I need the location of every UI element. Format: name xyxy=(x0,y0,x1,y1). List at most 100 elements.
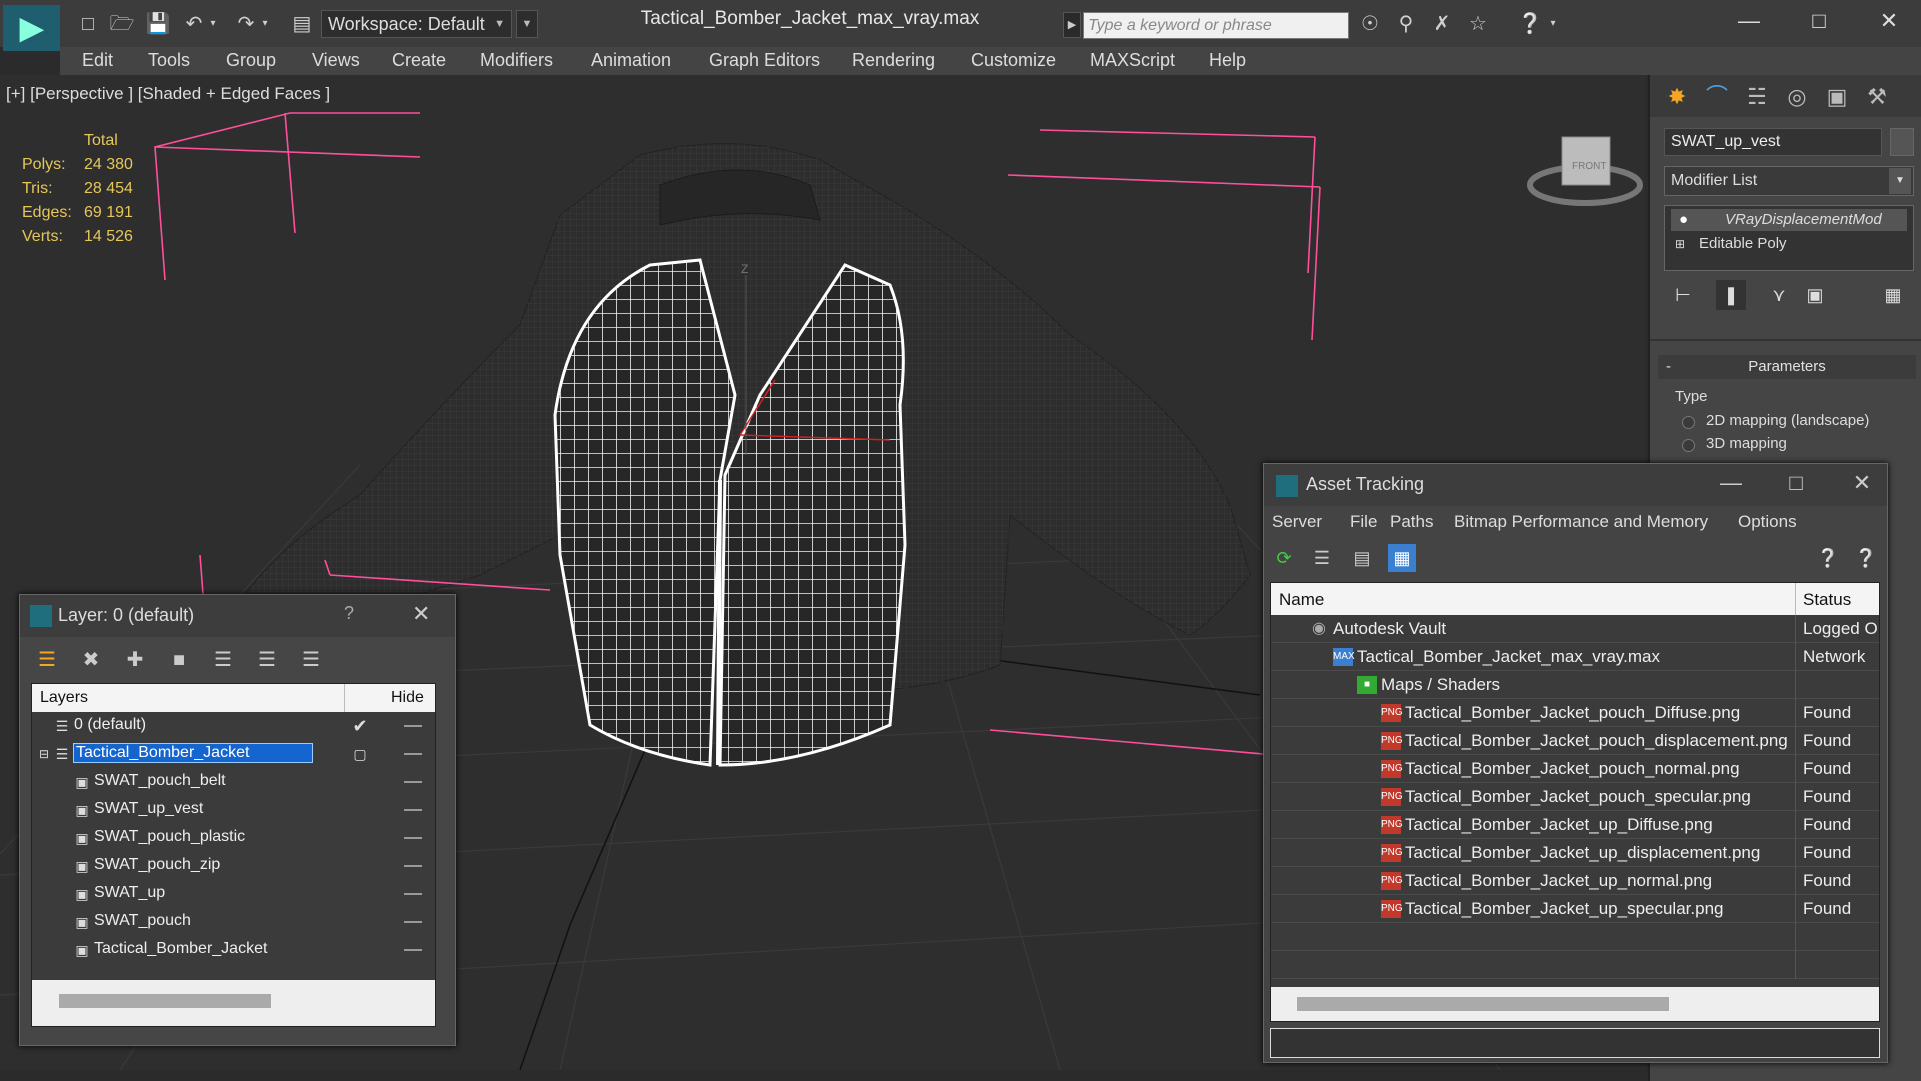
utilities-tab-icon[interactable]: ⚒ xyxy=(1860,81,1894,113)
hide-toggle[interactable] xyxy=(404,753,422,755)
radio-2d-mapping-label[interactable]: 2D mapping (landscape) xyxy=(1706,412,1869,429)
menu-customize[interactable]: Customize xyxy=(971,50,1056,71)
workspace-dropdown[interactable]: Workspace: Default ▼ xyxy=(321,10,512,38)
collapse-icon[interactable]: ⊟ xyxy=(36,746,52,762)
remove-modifier-icon[interactable]: ▣ xyxy=(1800,280,1830,310)
new-file-icon[interactable]: □ xyxy=(74,12,102,36)
redo-icon[interactable]: ↷ xyxy=(232,12,260,36)
help-dropdown-icon[interactable]: ▾ xyxy=(1546,12,1560,36)
open-file-icon[interactable]: 🗁 xyxy=(108,12,136,36)
select-layer-icon[interactable]: ☰ xyxy=(208,645,238,675)
menu-edit[interactable]: Edit xyxy=(82,50,113,71)
show-end-result-icon[interactable]: ❚ xyxy=(1716,280,1746,310)
horizontal-scrollbar[interactable] xyxy=(32,980,435,1026)
layer-row[interactable]: ▣ SWAT_up xyxy=(32,880,435,908)
make-unique-icon[interactable]: ⋎ xyxy=(1764,280,1794,310)
search-expand-button[interactable]: ▶ xyxy=(1063,12,1081,38)
radio-3d-mapping-label[interactable]: 3D mapping xyxy=(1706,435,1787,452)
asset-name[interactable]: Tactical_Bomber_Jacket_up_specular.png xyxy=(1405,899,1723,919)
delete-layer-icon[interactable]: ✖ xyxy=(76,645,106,675)
layer-name[interactable]: Tactical_Bomber_Jacket xyxy=(94,940,267,958)
asset-name[interactable]: Tactical_Bomber_Jacket_pouch_specular.pn… xyxy=(1405,787,1751,807)
menu-file[interactable]: File xyxy=(1350,512,1377,532)
asset-row[interactable]: PNG Tactical_Bomber_Jacket_up_Diffuse.png… xyxy=(1271,811,1879,839)
stack-item-vray-displacement[interactable]: ● VRayDisplacementMod xyxy=(1671,209,1907,231)
radio-2d-mapping[interactable] xyxy=(1682,416,1695,429)
menu-views[interactable]: Views xyxy=(312,50,360,71)
create-tab-icon[interactable]: ✸ xyxy=(1660,81,1694,113)
menu-bitmap-performance[interactable]: Bitmap Performance and Memory xyxy=(1454,512,1708,532)
radio-3d-mapping[interactable] xyxy=(1682,439,1695,452)
asset-name[interactable]: Tactical_Bomber_Jacket_pouch_normal.png xyxy=(1405,759,1740,779)
add-to-layer-icon[interactable]: ✚ xyxy=(120,645,150,675)
layer-window-titlebar[interactable]: Layer: 0 (default) ? ✕ xyxy=(20,595,455,637)
asset-row[interactable]: PNG Tactical_Bomber_Jacket_up_specular.pn… xyxy=(1271,895,1879,923)
display-tab-icon[interactable]: ▣ xyxy=(1820,81,1854,113)
help-icon[interactable]: ❔ xyxy=(1516,12,1544,36)
motion-tab-icon[interactable]: ◎ xyxy=(1780,81,1814,113)
menu-options[interactable]: Options xyxy=(1738,512,1797,532)
layer-row[interactable]: ⊟ ☰ Tactical_Bomber_Jacket ▢ xyxy=(32,740,435,768)
table-view-icon[interactable]: ▦ xyxy=(1388,544,1416,572)
workspace-menu-button[interactable]: ▼ xyxy=(516,10,538,38)
select-in-layer-icon[interactable]: ■ xyxy=(164,645,194,675)
search-input[interactable]: Type a keyword or phrase xyxy=(1083,12,1349,39)
close-button[interactable]: ✕ xyxy=(1864,6,1914,36)
asset-row[interactable]: ■ Maps / Shaders xyxy=(1271,671,1879,699)
key-icon[interactable]: ⚲ xyxy=(1392,12,1420,36)
hide-toggle[interactable] xyxy=(404,837,422,839)
layer-name[interactable]: SWAT_pouch xyxy=(94,912,191,930)
col-status[interactable]: Status xyxy=(1803,590,1851,610)
viewport-label[interactable]: [+] [Perspective ] [Shaded + Edged Faces… xyxy=(6,84,330,104)
asset-name[interactable]: Tactical_Bomber_Jacket_up_Diffuse.png xyxy=(1405,815,1713,835)
refresh-icon[interactable]: ⟳ xyxy=(1270,544,1298,572)
maximize-button[interactable]: □ xyxy=(1794,6,1844,36)
hide-toggle[interactable] xyxy=(404,921,422,923)
exchange-icon[interactable]: ✗ xyxy=(1428,12,1456,36)
project-folder-icon[interactable]: ▤ xyxy=(288,12,316,36)
asset-name[interactable]: Tactical_Bomber_Jacket_up_displacement.p… xyxy=(1405,843,1760,863)
layer-name[interactable]: 0 (default) xyxy=(74,716,146,734)
menu-graph-editors[interactable]: Graph Editors xyxy=(709,50,820,71)
minimize-icon[interactable]: — xyxy=(1711,470,1751,496)
close-icon[interactable]: ✕ xyxy=(412,601,430,627)
help-button[interactable]: ? xyxy=(344,603,354,624)
scrollbar-thumb[interactable] xyxy=(1297,997,1669,1011)
menu-create[interactable]: Create xyxy=(392,50,446,71)
asset-name[interactable]: Maps / Shaders xyxy=(1381,675,1500,695)
parameters-rollout-header[interactable]: - Parameters xyxy=(1658,355,1916,379)
asset-name[interactable]: Tactical_Bomber_Jacket_pouch_displacemen… xyxy=(1405,731,1788,751)
asset-row[interactable]: PNG Tactical_Bomber_Jacket_pouch_displace… xyxy=(1271,727,1879,755)
hide-toggle[interactable] xyxy=(404,949,422,951)
lightbulb-icon[interactable]: ● xyxy=(1679,209,1688,231)
layer-row[interactable]: ▣ SWAT_pouch_zip xyxy=(32,852,435,880)
vault-logout-icon[interactable]: ❔ xyxy=(1852,544,1880,572)
minimize-button[interactable]: — xyxy=(1724,6,1774,36)
set-current-layer-icon[interactable]: ☰ xyxy=(252,645,282,675)
hide-toggle[interactable] xyxy=(404,865,422,867)
menu-tools[interactable]: Tools xyxy=(148,50,190,71)
asset-name[interactable]: Tactical_Bomber_Jacket_up_normal.png xyxy=(1405,871,1712,891)
hide-toggle[interactable] xyxy=(404,725,422,727)
col-name[interactable]: Name xyxy=(1279,590,1324,610)
modify-tab-icon[interactable]: ⌒ xyxy=(1700,81,1734,113)
menu-animation[interactable]: Animation xyxy=(591,50,671,71)
menu-server[interactable]: Server xyxy=(1272,512,1322,532)
hide-unhide-all-icon[interactable]: ☰ xyxy=(296,645,326,675)
menu-group[interactable]: Group xyxy=(226,50,276,71)
menu-paths[interactable]: Paths xyxy=(1390,512,1433,532)
pin-stack-icon[interactable]: ⊢ xyxy=(1668,280,1698,310)
asset-row[interactable]: PNG Tactical_Bomber_Jacket_up_displacemen… xyxy=(1271,839,1879,867)
current-layer-check-icon[interactable]: ✔ xyxy=(352,717,368,735)
new-layer-icon[interactable]: ☰ xyxy=(32,645,62,675)
redo-dropdown-icon[interactable]: ▾ xyxy=(258,12,272,36)
undo-icon[interactable]: ↶ xyxy=(180,12,208,36)
layer-name[interactable]: SWAT_up xyxy=(94,884,165,902)
col-hide[interactable]: Hide xyxy=(391,689,424,707)
asset-row[interactable]: MAX Tactical_Bomber_Jacket_max_vray.max Ne… xyxy=(1271,643,1879,671)
asset-name[interactable]: Autodesk Vault xyxy=(1333,619,1446,639)
close-icon[interactable]: ✕ xyxy=(1842,470,1882,496)
menu-help[interactable]: Help xyxy=(1209,50,1246,71)
layer-row[interactable]: ▣ SWAT_up_vest xyxy=(32,796,435,824)
layer-row[interactable]: ☰ 0 (default) ✔ xyxy=(32,712,435,740)
